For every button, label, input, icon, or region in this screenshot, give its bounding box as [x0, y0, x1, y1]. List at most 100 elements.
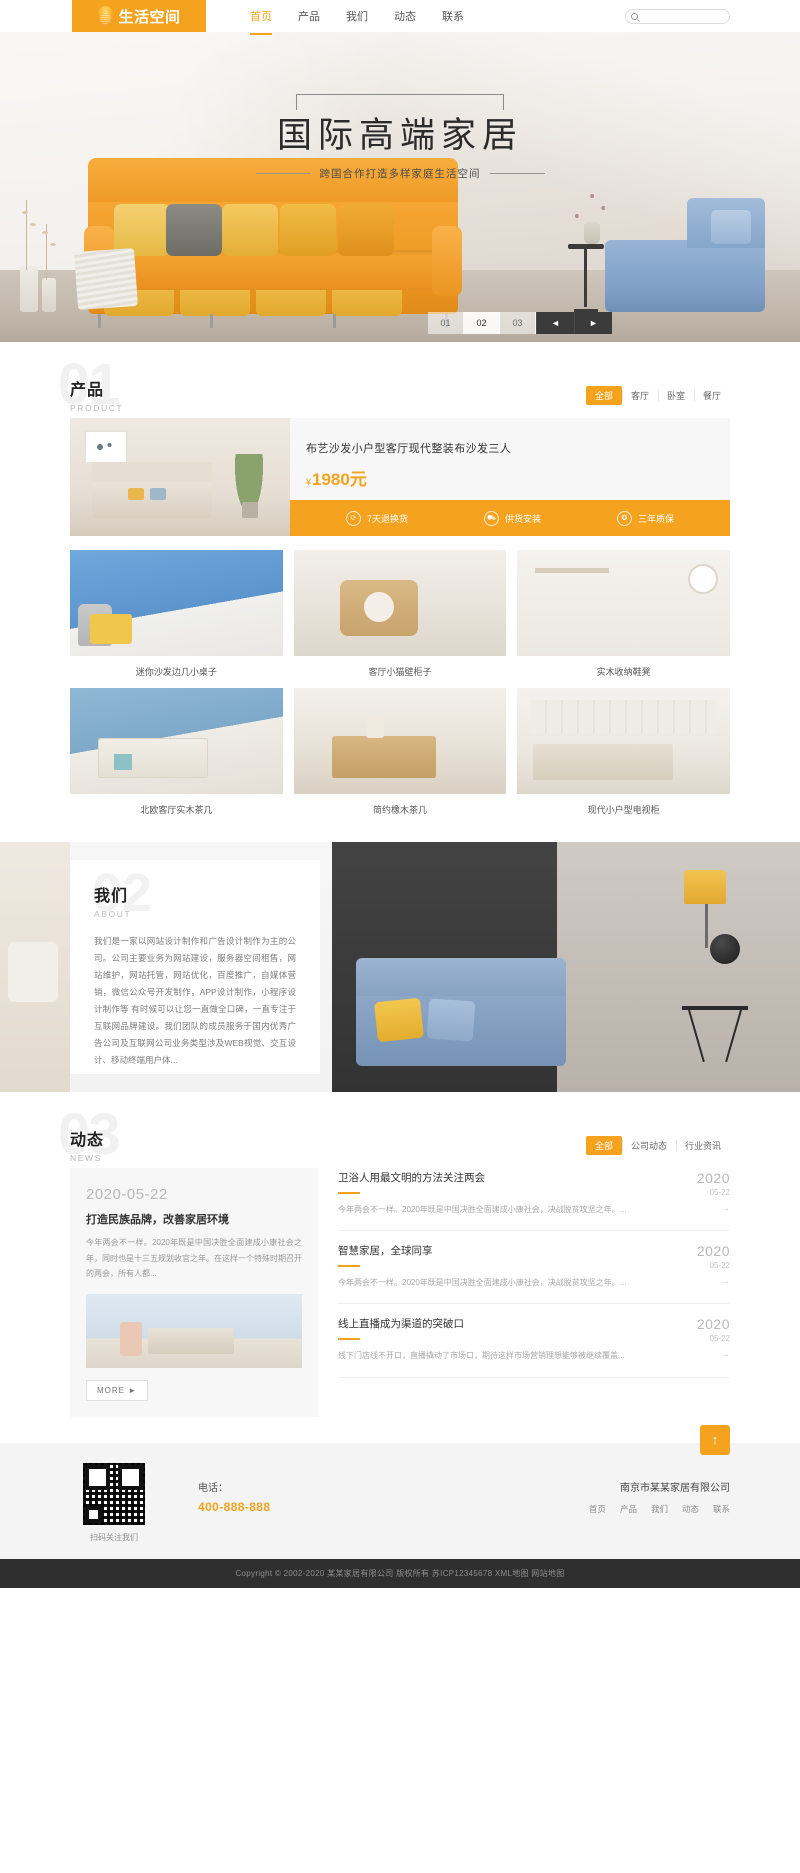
service-badge-warranty: ✪ 三年质保 [616, 510, 674, 526]
hero-plant-left [12, 192, 66, 312]
product-card[interactable]: 简约橡木茶几 [293, 688, 507, 816]
news-body: 2020-05-22 打造民族品牌，改善家居环境 今年两会不一样。2020年既是… [70, 1168, 730, 1417]
hero-title: 国际高端家居 [276, 116, 523, 155]
news-item-desc: 今年两会不一样。2020年既是中国决胜全面建成小康社会，决战脱贫攻坚之年。... [338, 1278, 627, 1288]
footer-link-products[interactable]: 产品 [620, 1503, 637, 1515]
about-section-title: 我们 [94, 888, 129, 905]
product-thumbnail [70, 550, 283, 656]
news-featured-desc: 今年两会不一样。2020年既是中国决胜全面建成小康社会之年，同时也是十三五规划收… [86, 1238, 302, 1279]
product-filter-tabs: 全部 客厅 卧室 餐厅 [585, 386, 730, 405]
product-thumbnail [517, 550, 730, 656]
main-navigation: 首页 产品 我们 动态 联系 [250, 0, 464, 32]
featured-product-price: ¥1980元 [306, 465, 730, 490]
hero-chaise [605, 198, 765, 312]
product-caption: 实木收纳鞋凳 [596, 667, 651, 677]
product-card[interactable]: 客厅小猫壁柜子 [293, 550, 507, 678]
nav-item-products[interactable]: 产品 [298, 0, 320, 32]
featured-product-image [70, 418, 290, 536]
carousel-dot-3[interactable]: 03 [500, 312, 536, 334]
carousel-prev-button[interactable]: ◄ [536, 312, 574, 334]
news-featured-date: 2020-05-22 [86, 1186, 168, 1203]
news-list-item[interactable]: 智慧家居，全球同享 今年两会不一样。2020年既是中国决胜全面建成小康社会，决战… [338, 1231, 730, 1305]
hero-rule-left [255, 172, 311, 174]
news-list-item[interactable]: 卫浴人用最文明的方法关注两会 今年两会不一样。2020年既是中国决胜全面建成小康… [338, 1168, 730, 1232]
filter-diningroom[interactable]: 餐厅 [693, 386, 730, 405]
footer-link-home[interactable]: 首页 [589, 1503, 606, 1515]
page-root: 生活空间 首页 产品 我们 动态 联系 国际高端家居 跨国合作打造多样家庭生活空… [0, 0, 800, 1588]
hero-rule-right [489, 172, 545, 174]
hero-subtitle: 跨国合作打造多样家庭生活空间 [319, 167, 481, 180]
carousel-next-button[interactable]: ► [574, 312, 612, 334]
logo-lantern-icon [97, 6, 115, 26]
filter-livingroom[interactable]: 客厅 [621, 386, 658, 405]
featured-product-title: 布艺沙发小户型客厅现代整装布沙发三人 [306, 443, 512, 455]
about-photo [332, 842, 800, 1092]
hero-branches [568, 184, 612, 224]
news-item-monthday: 05-22 [709, 1334, 730, 1344]
product-caption: 客厅小猫壁柜子 [368, 667, 432, 677]
product-thumbnail [517, 688, 730, 794]
news-filter-company[interactable]: 公司动态 [621, 1136, 676, 1155]
product-card[interactable]: 北欧客厅实木茶几 [70, 688, 283, 816]
search-input[interactable] [642, 11, 724, 21]
service-badges: ⟳ 7天退换货 ⛟ 供货安装 ✪ 三年质保 [290, 500, 730, 536]
news-item-desc: 今年两会不一样。2020年既是中国决胜全面建成小康社会，决战脱贫攻坚之年。... [338, 1205, 627, 1214]
news-item-rule [338, 1338, 360, 1341]
footer-link-about[interactable]: 我们 [651, 1503, 668, 1515]
product-thumbnail [70, 688, 283, 794]
news-filter-industry[interactable]: 行业资讯 [675, 1136, 730, 1155]
filter-bedroom[interactable]: 卧室 [657, 386, 694, 405]
hero-text-block: 国际高端家居 跨国合作打造多样家庭生活空间 [0, 94, 800, 181]
service-badge-return: ⟳ 7天退换货 [345, 510, 408, 526]
price-value: 1980元 [312, 470, 367, 489]
site-header: 生活空间 首页 产品 我们 动态 联系 [0, 0, 800, 32]
refresh-icon: ⟳ [345, 510, 361, 526]
hero-side-table [568, 244, 604, 312]
product-grid: 迷你沙发边几小桌子 客厅小猫壁柜子 实木收纳鞋凳 北欧客厅实木茶几 简约橡木茶几… [70, 550, 730, 816]
carousel-dot-1[interactable]: 01 [428, 312, 464, 334]
qr-caption: 扫码关注我们 [90, 1532, 138, 1542]
news-item-rule [338, 1192, 360, 1194]
site-logo[interactable]: 生活空间 [72, 0, 206, 32]
filter-all[interactable]: 全部 [585, 386, 622, 405]
about-section: 02 我们 ABOUT 我们是一家以网站设计制作和广告设计制作为主的公司。公司主… [0, 842, 800, 1092]
carousel-indicators: 01 02 03 [428, 312, 536, 334]
news-item-monthday: 05-22 [709, 1261, 730, 1271]
product-caption: 北欧客厅实木茶几 [140, 805, 213, 815]
currency-symbol: ¥ [306, 477, 312, 487]
nav-item-contact[interactable]: 联系 [442, 0, 464, 32]
product-caption: 简约橡木茶几 [372, 805, 427, 815]
back-to-top-button[interactable]: ↑ [700, 1424, 730, 1455]
product-card[interactable]: 实木收纳鞋凳 [517, 550, 730, 678]
news-list-item[interactable]: 线上直播成为渠道的突破口 线下门店线不开口，直播撬动了市场口，期待这样市场营销理… [338, 1304, 730, 1378]
news-featured-title: 打造民族品牌，改善家居环境 [86, 1214, 229, 1226]
news-featured-more-button[interactable]: MORE ► [86, 1379, 149, 1401]
service-label-warranty: 三年质保 [637, 513, 674, 524]
contact-phone: 400-888-888 [198, 1499, 271, 1514]
news-featured-card[interactable]: 2020-05-22 打造民族品牌，改善家居环境 今年两会不一样。2020年既是… [70, 1168, 318, 1417]
footer-link-news[interactable]: 动态 [682, 1503, 699, 1515]
product-section: 01 产品 PRODUCT 全部 客厅 卧室 餐厅 布艺沙发小户型客厅现代整装布… [0, 342, 800, 816]
news-item-rule [338, 1265, 360, 1268]
news-section-header: 03 动态 NEWS 全部 公司动态 行业资讯 [0, 1092, 800, 1164]
nav-item-news[interactable]: 动态 [394, 0, 416, 32]
arrow-right-icon: → [720, 1203, 730, 1214]
nav-item-home[interactable]: 首页 [250, 0, 272, 32]
nav-item-about[interactable]: 我们 [346, 0, 368, 32]
search-box[interactable] [625, 8, 730, 24]
qr-code-icon [83, 1462, 145, 1525]
hero-vase [584, 222, 600, 244]
footer-link-contact[interactable]: 联系 [713, 1503, 730, 1515]
product-card[interactable]: 迷你沙发边几小桌子 [70, 550, 283, 678]
arrow-right-icon: → [720, 1349, 730, 1361]
product-caption: 迷你沙发边几小桌子 [135, 667, 217, 677]
product-thumbnail [293, 688, 507, 794]
featured-product-card[interactable]: 布艺沙发小户型客厅现代整装布沙发三人 ¥1980元 MORE ► ⟳ 7天退换货… [70, 418, 730, 536]
news-item-monthday: 05-22 [709, 1188, 730, 1197]
copyright-bar: Copyright © 2002-2020 某某家居有限公司 版权所有 苏ICP… [0, 1558, 800, 1588]
product-thumbnail [293, 550, 507, 656]
carousel-dot-2[interactable]: 02 [464, 312, 500, 334]
news-filter-all[interactable]: 全部 [585, 1136, 622, 1155]
product-card[interactable]: 现代小户型电视柜 [517, 688, 730, 816]
footer-right: 南京市某某家居有限公司 首页 产品 我们 动态 联系 [589, 1463, 730, 1515]
